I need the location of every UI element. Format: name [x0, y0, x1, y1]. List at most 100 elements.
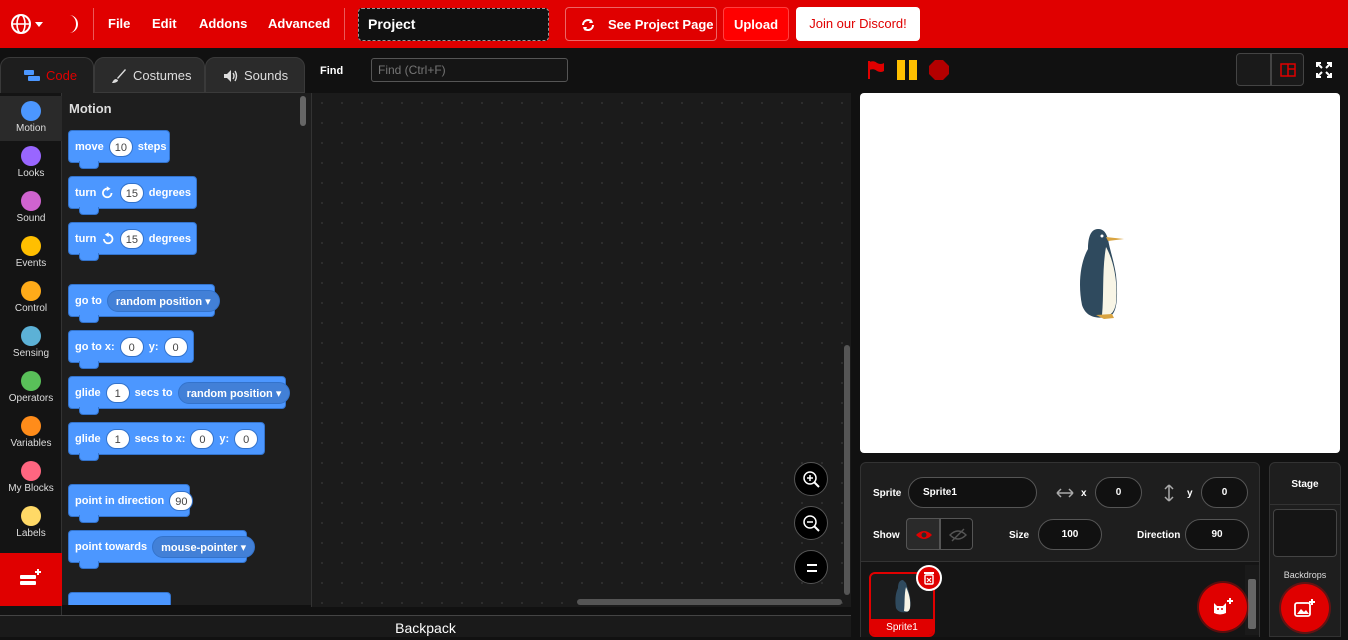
block-dropdown[interactable]: random position ▾	[106, 289, 220, 312]
zoom-in-button[interactable]	[794, 462, 828, 496]
tab-sounds[interactable]: Sounds	[205, 57, 305, 93]
block-input[interactable]: 90	[169, 490, 194, 511]
block-input[interactable]: 1	[105, 428, 130, 449]
stage-layout-icon	[1280, 63, 1296, 77]
block-text: glide	[75, 432, 101, 445]
green-flag-button[interactable]	[864, 58, 888, 82]
choose-sprite-button[interactable]	[1199, 583, 1247, 631]
sprite-list-scroll-thumb[interactable]	[1248, 579, 1256, 629]
show-visible-button[interactable]	[906, 518, 940, 550]
block-partial[interactable]	[68, 592, 171, 605]
sprite-name-input[interactable]: Sprite1	[908, 477, 1037, 508]
fullscreen-button[interactable]	[1310, 56, 1338, 84]
category-dot	[21, 371, 41, 391]
category-looks[interactable]: Looks	[0, 141, 62, 186]
category-label: My Blocks	[8, 483, 54, 494]
category-my-blocks[interactable]: My Blocks	[0, 456, 62, 501]
block-point-in-direction[interactable]: point in direction 90	[68, 484, 194, 523]
delete-sprite-button[interactable]	[916, 565, 942, 591]
pause-button[interactable]	[896, 59, 918, 81]
block-go-to[interactable]: go to random position ▾	[68, 284, 220, 323]
category-sound[interactable]: Sound	[0, 186, 62, 231]
small-stage-button[interactable]	[1236, 53, 1271, 86]
tab-code[interactable]: Code	[0, 57, 94, 94]
category-variables[interactable]: Variables	[0, 411, 62, 456]
x-position-input[interactable]: 0	[1095, 477, 1142, 508]
size-input[interactable]: 100	[1038, 519, 1102, 550]
block-input[interactable]: 0	[190, 428, 215, 449]
block-turn-right[interactable]: turn 15 degrees	[68, 176, 197, 215]
zoom-out-icon	[803, 515, 820, 532]
category-sensing[interactable]: Sensing	[0, 321, 62, 366]
zoom-out-button[interactable]	[794, 506, 828, 540]
remix-icon	[582, 19, 594, 31]
block-turn-left[interactable]: turn 15 degrees	[68, 222, 197, 261]
category-control[interactable]: Control	[0, 276, 62, 321]
category-operators[interactable]: Operators	[0, 366, 62, 411]
block-text: glide	[75, 386, 101, 399]
find-input[interactable]	[371, 58, 568, 82]
globe-icon	[11, 14, 31, 34]
palette-scrollbar[interactable]	[300, 96, 306, 126]
add-extension-icon	[20, 569, 41, 585]
block-text: point towards	[75, 540, 148, 553]
category-labels[interactable]: Labels	[0, 501, 62, 546]
direction-label: Direction	[1137, 530, 1181, 541]
addons-menu[interactable]: Addons	[199, 0, 247, 48]
stage-panel-title: Stage	[1291, 479, 1319, 490]
category-motion[interactable]: Motion	[0, 96, 62, 141]
edit-menu[interactable]: Edit	[152, 0, 177, 48]
block-input[interactable]: 1	[105, 382, 130, 403]
rotate-right-icon	[102, 185, 113, 198]
sprite-list: Sprite1	[860, 562, 1260, 637]
see-project-page-button[interactable]: See Project Page	[565, 7, 717, 41]
block-input[interactable]: 10	[108, 136, 133, 157]
advanced-menu[interactable]: Advanced	[268, 0, 330, 48]
block-move-steps[interactable]: move 10 steps	[68, 130, 170, 169]
large-stage-button[interactable]	[1271, 53, 1304, 86]
stop-button[interactable]	[928, 59, 950, 81]
block-input[interactable]: 0	[234, 428, 259, 449]
backpack[interactable]: Backpack	[0, 615, 851, 637]
language-menu[interactable]	[10, 13, 44, 35]
category-dot	[21, 506, 41, 526]
block-dropdown-value: random position	[186, 387, 273, 400]
tab-costumes[interactable]: Costumes	[94, 57, 205, 93]
choose-backdrop-button[interactable]	[1281, 584, 1329, 632]
block-input[interactable]: 0	[163, 336, 188, 357]
backdrop-thumbnail[interactable]	[1273, 509, 1337, 557]
stage[interactable]	[860, 93, 1340, 453]
category-events[interactable]: Events	[0, 231, 62, 276]
discord-button[interactable]: Join our Discord!	[796, 7, 920, 41]
vertical-scrollbar[interactable]	[844, 345, 850, 595]
block-glide[interactable]: glide 1 secs to random position ▾	[68, 376, 291, 415]
block-input[interactable]: 0	[119, 336, 144, 357]
block-glide-xy[interactable]: glide 1 secs to x: 0 y: 0	[68, 422, 265, 461]
category-label: Sound	[16, 213, 46, 224]
stage-panel[interactable]: Stage Backdrops	[1269, 462, 1341, 637]
block-text: turn	[75, 186, 97, 199]
upload-button[interactable]: Upload	[723, 7, 789, 41]
eye-icon	[916, 531, 932, 539]
caret-down-icon: ▾	[275, 387, 282, 400]
direction-input[interactable]: 90	[1185, 519, 1249, 550]
block-go-to-xy[interactable]: go to x: 0 y: 0	[68, 330, 194, 369]
sprite-list-scrollbar[interactable]	[1245, 565, 1259, 635]
block-text: steps	[137, 140, 167, 153]
zoom-reset-button[interactable]	[794, 550, 828, 584]
file-menu[interactable]: File	[108, 0, 130, 48]
block-text: secs to x:	[134, 432, 186, 445]
block-input[interactable]: 15	[119, 228, 144, 249]
script-area[interactable]	[311, 93, 851, 607]
y-position-input[interactable]: 0	[1201, 477, 1248, 508]
project-title-input[interactable]: Project	[358, 8, 549, 41]
theme-toggle[interactable]	[62, 13, 82, 35]
block-input[interactable]: 15	[119, 182, 144, 203]
horizontal-scrollbar[interactable]	[577, 599, 842, 605]
add-extension-button[interactable]	[0, 553, 62, 606]
penguin-sprite[interactable]	[1072, 225, 1128, 321]
block-dropdown[interactable]: mouse-pointer ▾	[152, 535, 256, 558]
block-dropdown[interactable]: random position ▾	[177, 381, 291, 404]
show-hidden-button[interactable]	[940, 518, 973, 550]
block-point-towards[interactable]: point towards mouse-pointer ▾	[68, 530, 256, 569]
